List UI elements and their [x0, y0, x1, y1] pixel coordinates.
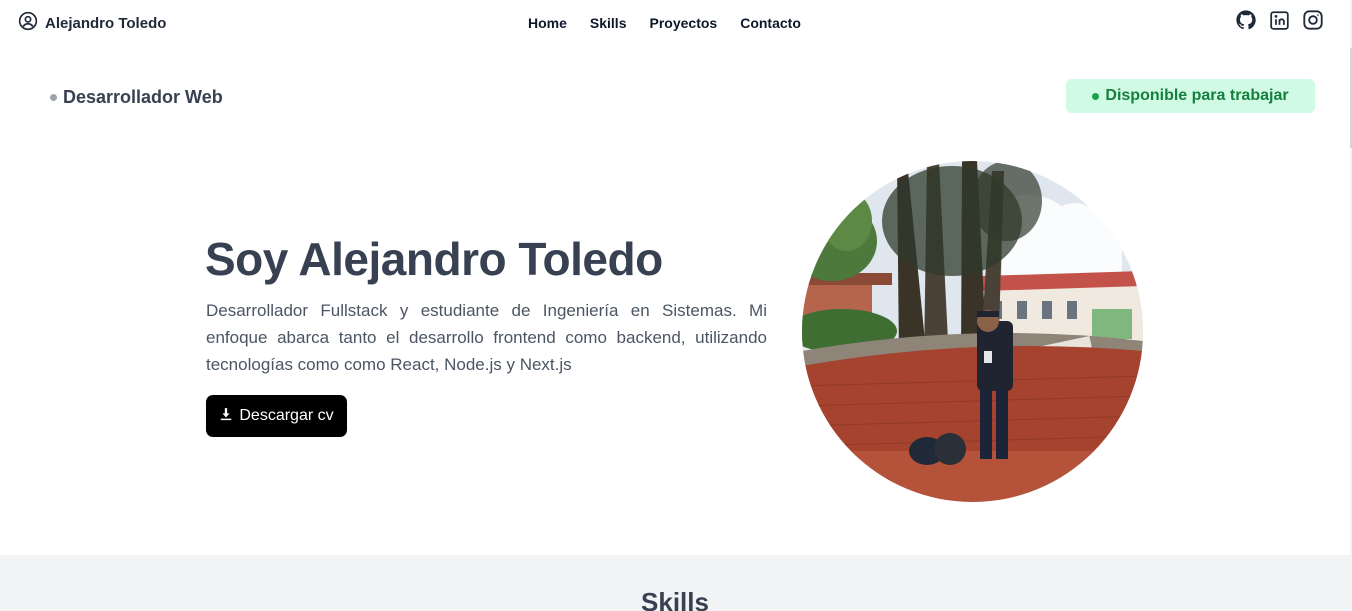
profile-photo — [802, 161, 1143, 502]
role-dot — [50, 94, 57, 101]
availability-text: Disponible para trabajar — [1105, 87, 1289, 104]
nav-skills[interactable]: Skills — [590, 15, 627, 31]
brand-name: Alejandro Toledo — [45, 15, 167, 32]
availability-dot — [1092, 92, 1100, 100]
download-cv-label: Descargar cv — [239, 407, 334, 424]
nav-proyectos[interactable]: Proyectos — [650, 15, 718, 31]
main-nav: Home Skills Proyectos Contacto — [528, 15, 801, 31]
brand-link[interactable]: Alejandro Toledo — [18, 11, 166, 36]
nav-contacto[interactable]: Contacto — [740, 15, 801, 31]
skills-title: Skills — [641, 587, 709, 611]
top-navbar: Alejandro Toledo Home Skills Proyectos C… — [0, 0, 1352, 46]
social-links — [1235, 9, 1324, 31]
availability-badge: Disponible para trabajar — [1066, 79, 1315, 113]
role-label: Desarrollador Web — [50, 87, 223, 108]
hero-title: Soy Alejandro Toledo — [205, 233, 663, 285]
user-circle-icon — [18, 11, 38, 36]
linkedin-icon[interactable] — [1269, 10, 1290, 31]
skills-section: Skills — [0, 555, 1350, 611]
nav-home[interactable]: Home — [528, 15, 567, 31]
role-text: Desarrollador Web — [63, 87, 223, 107]
download-cv-button[interactable]: Descargar cv — [206, 395, 347, 437]
instagram-icon[interactable] — [1302, 9, 1324, 31]
github-icon[interactable] — [1235, 9, 1257, 31]
hero-description: Desarrollador Fullstack y estudiante de … — [206, 301, 767, 374]
download-icon — [219, 407, 233, 426]
